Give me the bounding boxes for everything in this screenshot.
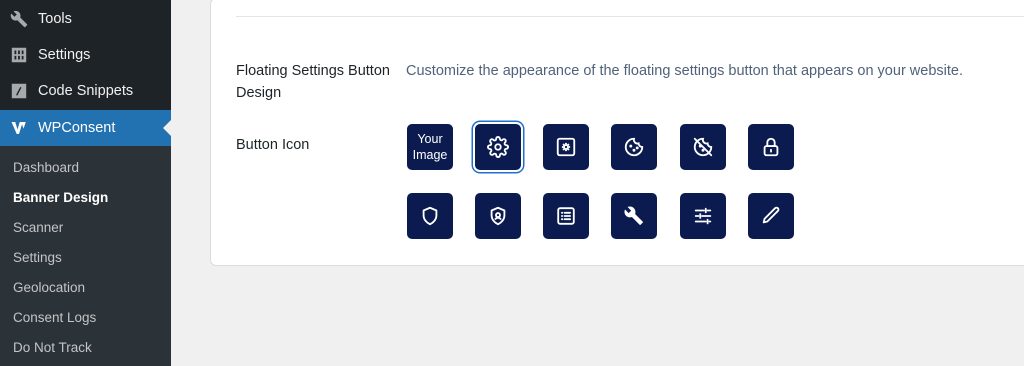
icon-option-lock[interactable] — [748, 124, 794, 170]
menu-item-code-snippets[interactable]: Code Snippets — [0, 73, 171, 109]
wpconsent-logo-icon — [9, 118, 29, 138]
gear-square-icon — [556, 137, 576, 157]
menu-item-label: Settings — [38, 47, 91, 63]
list-icon — [557, 207, 575, 225]
icon-option-gear[interactable] — [475, 124, 521, 170]
menu-item-label: Tools — [38, 11, 72, 27]
menu-item-label: Code Snippets — [38, 83, 134, 99]
submenu-dashboard[interactable]: Dashboard — [13, 160, 79, 175]
icon-option-shield[interactable] — [407, 193, 453, 239]
submenu-settings[interactable]: Settings — [13, 250, 62, 265]
code-icon — [9, 81, 29, 101]
icon-option-list[interactable] — [543, 193, 589, 239]
menu-item-settings[interactable]: Settings — [0, 37, 171, 73]
icon-option-cookie-slash[interactable] — [680, 124, 726, 170]
icon-option-your-image[interactable]: Your Image — [407, 124, 453, 170]
icon-option-pencil[interactable] — [748, 193, 794, 239]
wpconsent-submenu: Dashboard Banner Design Scanner Settings… — [0, 146, 171, 366]
gear-icon — [487, 136, 509, 158]
submenu-scanner[interactable]: Scanner — [13, 220, 63, 235]
settings-sliders-icon — [9, 45, 29, 65]
menu-item-label: WPConsent — [38, 120, 116, 136]
cookie-slash-icon — [693, 137, 713, 157]
floating-settings-description: Customize the appearance of the floating… — [406, 63, 963, 79]
wrench-icon — [624, 206, 643, 225]
icon-option-gear-square[interactable] — [543, 124, 589, 170]
submenu-banner-design[interactable]: Banner Design — [13, 190, 108, 205]
cookie-icon — [624, 137, 644, 157]
submenu-geolocation[interactable]: Geolocation — [13, 280, 85, 295]
icon-option-shield-user[interactable] — [475, 193, 521, 239]
submenu-do-not-track[interactable]: Do Not Track — [13, 340, 92, 355]
pencil-icon — [762, 206, 780, 224]
button-icon-label: Button Icon — [236, 137, 310, 153]
icon-option-wrench[interactable] — [611, 193, 657, 239]
section-divider — [236, 16, 1024, 17]
shield-icon — [422, 206, 438, 226]
wrench-icon — [9, 9, 29, 29]
admin-sidebar: Tools Settings Code Snippets WPConsent D… — [0, 0, 171, 366]
floating-settings-label: Floating Settings Button Design — [236, 63, 390, 101]
sliders-icon — [694, 207, 712, 225]
icon-option-cookie[interactable] — [611, 124, 657, 170]
menu-item-tools[interactable]: Tools — [0, 1, 171, 37]
shield-user-icon — [490, 206, 506, 226]
active-indicator-arrow — [163, 120, 171, 136]
submenu-consent-logs[interactable]: Consent Logs — [13, 310, 96, 325]
menu-item-wpconsent[interactable]: WPConsent — [0, 110, 171, 146]
icon-option-sliders[interactable] — [680, 193, 726, 239]
lock-icon — [763, 137, 779, 157]
